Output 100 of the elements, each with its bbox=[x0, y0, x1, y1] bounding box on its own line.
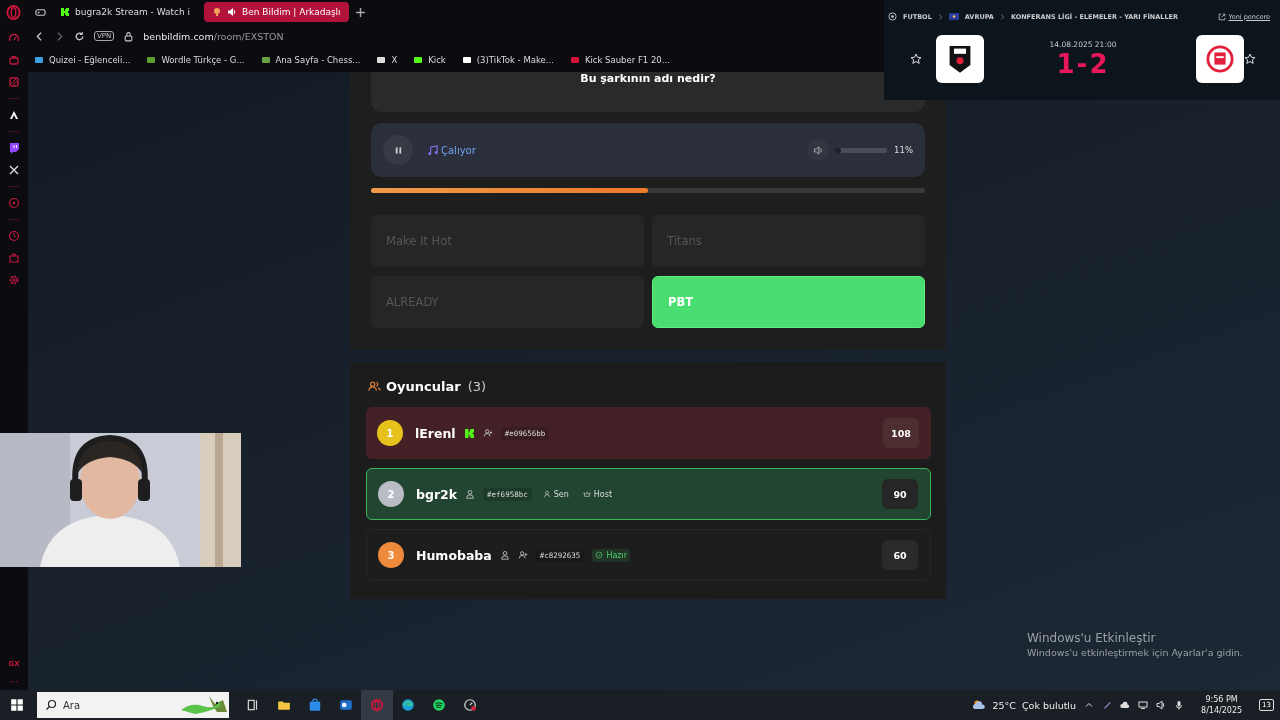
star-icon[interactable] bbox=[1244, 53, 1256, 65]
chevron-up-icon[interactable] bbox=[1084, 700, 1095, 710]
gear-icon[interactable] bbox=[8, 274, 20, 286]
favicon-icon bbox=[146, 55, 157, 65]
bookmark[interactable]: Wordle Türkçe - G... bbox=[146, 55, 245, 65]
music-note-icon bbox=[427, 144, 438, 156]
star-icon[interactable] bbox=[910, 53, 922, 65]
microphone-icon[interactable] bbox=[1174, 700, 1185, 710]
speaker-icon[interactable] bbox=[1156, 700, 1167, 710]
url-field[interactable]: benbildim.com/room/EXSTON bbox=[143, 30, 284, 42]
user-icon bbox=[542, 490, 551, 498]
speaker-icon[interactable] bbox=[227, 7, 238, 17]
section-title: Oyuncular bbox=[386, 378, 461, 394]
user-icon bbox=[465, 489, 476, 499]
crown-icon bbox=[582, 490, 591, 498]
bubble-icon[interactable] bbox=[8, 142, 20, 154]
player-count: (3) bbox=[467, 378, 487, 394]
favicon-icon bbox=[569, 55, 580, 65]
opera-logo-icon[interactable] bbox=[6, 4, 21, 20]
cloud-icon[interactable] bbox=[1120, 700, 1131, 710]
clock-time[interactable]: 9:56 PM bbox=[1205, 694, 1238, 705]
ball-icon bbox=[888, 12, 897, 21]
browser-tab[interactable]: bugra2k Stream - Watch i bbox=[52, 2, 199, 22]
clock-icon[interactable] bbox=[8, 230, 20, 242]
score-badge: 60 bbox=[882, 540, 918, 570]
favicon-icon bbox=[34, 55, 44, 65]
lock-icon[interactable] bbox=[123, 30, 135, 42]
pen-icon[interactable] bbox=[1102, 700, 1113, 710]
logo-tile[interactable] bbox=[936, 35, 984, 83]
favicon-icon bbox=[376, 55, 387, 65]
bookmark[interactable]: Kick Sauber F1 20... bbox=[569, 55, 670, 65]
add-user-icon[interactable] bbox=[482, 428, 493, 438]
speaker-icon bbox=[812, 144, 824, 156]
search-input[interactable]: Ara bbox=[63, 699, 163, 711]
gamepad-icon[interactable] bbox=[35, 6, 46, 18]
rank-badge: 2 bbox=[378, 481, 404, 507]
player-name: lErenl bbox=[415, 425, 456, 441]
bag-icon[interactable] bbox=[8, 54, 20, 66]
users-icon bbox=[368, 380, 381, 392]
bookmark[interactable]: Quizei - Eğlenceli... bbox=[34, 55, 131, 65]
tag-label: Hazır bbox=[606, 550, 628, 560]
plus-icon[interactable] bbox=[354, 6, 366, 18]
activation-text: Windows'u etkinleştirmek için Ayarlar'a gidin. bbox=[1027, 647, 1243, 658]
chevron-right-icon bbox=[999, 12, 1005, 21]
volume-slider[interactable] bbox=[835, 147, 888, 153]
cross-icon[interactable] bbox=[8, 164, 20, 176]
monitor-icon[interactable] bbox=[1138, 700, 1149, 710]
tag-label: Host bbox=[593, 489, 612, 499]
bookmark[interactable]: (3)TikTok - Make... bbox=[461, 55, 554, 65]
favicon-icon bbox=[461, 55, 472, 65]
flag-icon bbox=[948, 13, 959, 20]
logo-tile[interactable] bbox=[1196, 35, 1244, 83]
square-icon[interactable] bbox=[8, 76, 20, 88]
target-icon[interactable] bbox=[8, 197, 20, 209]
round-crest-icon bbox=[1206, 45, 1234, 73]
browser-tab[interactable]: Ben Bildim | Arkadaşlı bbox=[204, 2, 349, 22]
weather-temperature[interactable]: 25°C bbox=[992, 699, 1016, 711]
search-icon bbox=[45, 699, 57, 711]
volume-button[interactable] bbox=[807, 139, 830, 161]
weather-condition[interactable]: Çok bulutlu bbox=[1021, 699, 1077, 711]
favicon-icon bbox=[413, 55, 424, 65]
chevron-right-icon bbox=[937, 12, 943, 21]
bulb-icon bbox=[212, 7, 223, 17]
kick-logo-icon bbox=[463, 427, 475, 439]
windows-icon[interactable] bbox=[10, 698, 24, 712]
volume-reading: 11% bbox=[894, 145, 913, 155]
pause-button[interactable] bbox=[383, 135, 413, 165]
bookmark[interactable]: Ana Sayfa - Chess... bbox=[260, 55, 361, 65]
store-icon[interactable] bbox=[308, 698, 322, 712]
tab-title: bugra2k Stream - Watch i bbox=[75, 7, 191, 17]
score-badge: 108 bbox=[883, 418, 919, 448]
cloud-sun-icon[interactable] bbox=[972, 698, 987, 712]
question-text: Bu şarkının adı nedir? bbox=[580, 72, 716, 85]
rank-badge: 1 bbox=[377, 420, 403, 446]
check-circle-icon bbox=[595, 551, 604, 559]
task-view-icon[interactable] bbox=[246, 698, 260, 712]
status-text: Çalıyor bbox=[441, 144, 476, 156]
rank-badge: 3 bbox=[378, 542, 404, 568]
clock-date[interactable]: 8/14/2025 bbox=[1201, 705, 1243, 716]
pause-icon bbox=[393, 145, 403, 155]
gauge-icon[interactable] bbox=[463, 698, 477, 712]
edge-icon[interactable] bbox=[401, 698, 415, 712]
shield-crest-icon bbox=[947, 44, 973, 74]
activation-title: Windows'u Etkinleştir bbox=[1027, 631, 1157, 645]
kick-logo-icon bbox=[60, 7, 70, 17]
bookmark[interactable]: Kick bbox=[413, 55, 446, 65]
user-icon bbox=[499, 550, 510, 560]
match-score: 1-2 bbox=[1056, 48, 1110, 79]
search-bar[interactable]: Ara bbox=[37, 692, 229, 718]
tag-label: Sen bbox=[553, 489, 569, 499]
add-user-icon[interactable] bbox=[517, 550, 528, 560]
external-link-icon bbox=[1217, 12, 1226, 21]
score-badge: 90 bbox=[882, 479, 918, 509]
reload-icon[interactable] bbox=[74, 30, 85, 42]
arrow-icon[interactable] bbox=[8, 109, 20, 121]
bookmark[interactable]: X bbox=[376, 55, 398, 65]
spotify-icon[interactable] bbox=[432, 698, 446, 712]
tab-title: Ben Bildim | Arkadaşlı bbox=[242, 7, 341, 17]
favicon-icon bbox=[260, 55, 271, 65]
player-name: Humobaba bbox=[416, 547, 492, 563]
